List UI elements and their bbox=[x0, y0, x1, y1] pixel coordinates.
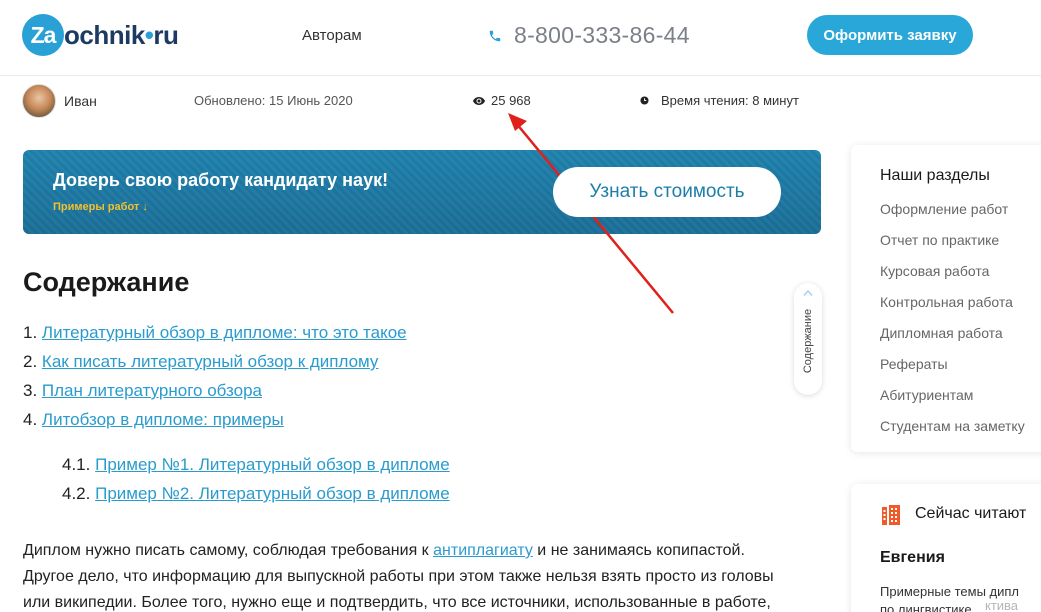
phone-icon bbox=[489, 30, 501, 41]
banner-title: Доверь свою работу кандидату наук! bbox=[53, 170, 389, 190]
toc-subitem-number: 4.2. bbox=[62, 484, 91, 503]
toc-item-link[interactable]: Литературный обзор в дипломе: что это та… bbox=[42, 323, 407, 342]
logo-tld: ru bbox=[153, 19, 179, 50]
now-reading-user: Евгения bbox=[880, 549, 945, 566]
promo-banner: Доверь свою работу кандидату наук! Приме… bbox=[23, 150, 821, 234]
article-meta: Иван Обновлено: 15 Июнь 2020 25 968 Врем… bbox=[0, 84, 1041, 118]
paragraph-line: Диплом нужно писать самому, соблюдая тре… bbox=[23, 538, 783, 564]
now-reading-card: Сейчас читают Евгения Примерные темы дип… bbox=[851, 484, 1041, 612]
text-run: Диплом нужно писать самому, соблюдая тре… bbox=[23, 542, 434, 559]
sidebar-item-practice-report[interactable]: Отчет по практике bbox=[880, 232, 999, 248]
toc-item-link[interactable]: Литобзор в дипломе: примеры bbox=[42, 410, 284, 429]
paragraph-line: или википедии. Более того, нужно еще и п… bbox=[23, 594, 771, 611]
toc-subitem-link[interactable]: Пример №1. Литературный обзор в дипломе bbox=[95, 455, 450, 474]
order-button[interactable]: Оформить заявку bbox=[807, 15, 973, 55]
toc-item: 1. Литературный обзор в дипломе: что это… bbox=[23, 323, 407, 343]
toc-item-number: 1. bbox=[23, 323, 38, 342]
article-body: Диплом нужно писать самому, соблюдая тре… bbox=[23, 538, 783, 612]
sidebar-item-test-work[interactable]: Контрольная работа bbox=[880, 294, 1013, 310]
logo-wordmark: ochnik•ru bbox=[64, 19, 179, 51]
updated-date: Обновлено: 15 Июнь 2020 bbox=[194, 93, 353, 108]
eye-icon bbox=[473, 96, 485, 105]
toc-item-link[interactable]: Как писать литературный обзор к диплому bbox=[42, 352, 379, 371]
reading-time: Время чтения: 8 минут bbox=[640, 93, 799, 108]
author-avatar bbox=[22, 84, 56, 118]
building-icon bbox=[882, 505, 900, 525]
contents-side-tab[interactable]: Содержание bbox=[794, 283, 822, 395]
toc-subitem: 4.2. Пример №2. Литературный обзор в дип… bbox=[62, 484, 450, 504]
work-examples-link[interactable]: Примеры работ ↓ bbox=[53, 201, 148, 213]
nav-link-authors[interactable]: Авторам bbox=[302, 27, 362, 44]
now-reading-title: Сейчас читают bbox=[915, 505, 1027, 522]
clock-icon bbox=[640, 96, 649, 105]
sections-card: Наши разделы Оформление работ Отчет по п… bbox=[851, 145, 1041, 452]
sidebar-item-diploma[interactable]: Дипломная работа bbox=[880, 325, 1003, 341]
get-price-button[interactable]: Узнать стоимость bbox=[553, 167, 781, 217]
paragraph-line: Другое дело, что информацию для выпускно… bbox=[23, 568, 774, 585]
phone-contact[interactable]: 8-800-333-86-44 bbox=[488, 22, 690, 49]
toc-item-number: 3. bbox=[23, 381, 38, 400]
toc-subitem-link[interactable]: Пример №2. Литературный обзор в дипломе bbox=[95, 484, 450, 503]
toc-item: 2. Как писать литературный обзор к дипло… bbox=[23, 352, 378, 372]
sidebar-item-formatting[interactable]: Оформление работ bbox=[880, 201, 1008, 217]
logo-badge: Za bbox=[22, 14, 64, 56]
toc-subitem-number: 4.1. bbox=[62, 455, 91, 474]
site-logo[interactable]: Za ochnik•ru bbox=[22, 14, 179, 56]
toc-item-link[interactable]: План литературного обзора bbox=[42, 381, 262, 400]
logo-name: ochnik bbox=[64, 19, 145, 50]
toc-item: 4. Литобзор в дипломе: примеры bbox=[23, 410, 284, 430]
sidebar-item-applicants[interactable]: Абитуриентам bbox=[880, 387, 973, 403]
toc-heading: Содержание bbox=[23, 267, 190, 297]
antiplagiat-link[interactable]: антиплагиату bbox=[433, 542, 533, 559]
reading-time-text: Время чтения: 8 минут bbox=[661, 93, 799, 108]
toc-item: 3. План литературного обзора bbox=[23, 381, 262, 401]
toc-item-number: 4. bbox=[23, 410, 38, 429]
phone-number: 8-800-333-86-44 bbox=[514, 22, 690, 48]
contents-tab-label: Содержание bbox=[802, 308, 814, 374]
views-counter: 25 968 bbox=[473, 93, 531, 108]
text-run: и не занимаясь копипастой. bbox=[532, 542, 745, 559]
toc-subitem: 4.1. Пример №1. Литературный обзор в дип… bbox=[62, 455, 450, 475]
sidebar-item-essays[interactable]: Рефераты bbox=[880, 356, 948, 372]
sidebar-item-student-notes[interactable]: Студентам на заметку bbox=[880, 418, 1025, 434]
sidebar-item-coursework[interactable]: Курсовая работа bbox=[880, 263, 989, 279]
watermark-text: ктива bbox=[985, 598, 1019, 612]
author-name: Иван bbox=[64, 93, 97, 109]
site-header: Za ochnik•ru Авторам 8-800-333-86-44 Офо… bbox=[0, 0, 1041, 76]
toc-item-number: 2. bbox=[23, 352, 38, 371]
views-count: 25 968 bbox=[491, 93, 531, 108]
sections-title: Наши разделы bbox=[880, 167, 990, 184]
chevron-up-icon bbox=[803, 289, 813, 296]
